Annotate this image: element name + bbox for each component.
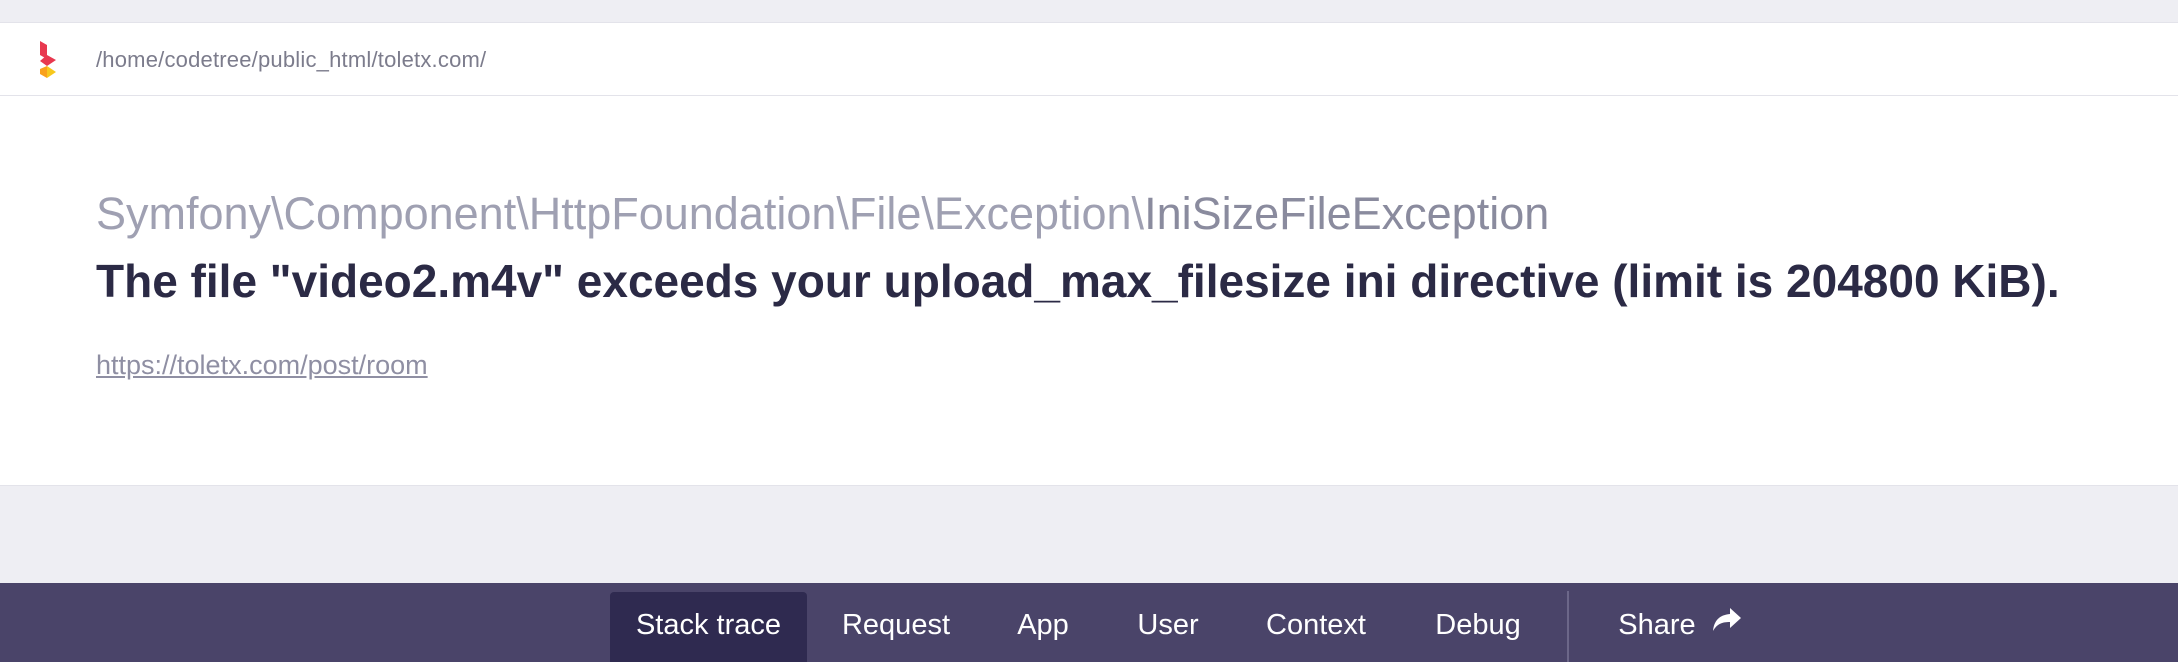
top-bar: /home/codetree/public_html/toletx.com/ <box>0 22 2178 96</box>
tab-user[interactable]: User <box>1124 583 1212 662</box>
tab-debug[interactable]: Debug <box>1424 583 1532 662</box>
project-path: /home/codetree/public_html/toletx.com/ <box>96 47 487 72</box>
tab-stack-trace[interactable]: Stack trace <box>610 592 807 662</box>
tab-divider <box>1567 591 1569 662</box>
exception-class-short: IniSizeFileException <box>1144 188 1550 239</box>
exception-message: The file "video2.m4v" exceeds your uploa… <box>96 255 2060 307</box>
ignition-logo-icon <box>40 41 56 78</box>
error-page: /home/codetree/public_html/toletx.com/ S… <box>0 0 2178 662</box>
exception-class: Symfony\Component\HttpFoundation\File\Ex… <box>96 188 1549 240</box>
request-url-link[interactable]: https://toletx.com/post/room <box>96 350 428 381</box>
share-button[interactable]: Share <box>1600 583 1760 662</box>
exception-panel: Symfony\Component\HttpFoundation\File\Ex… <box>0 96 2178 486</box>
share-arrow-icon <box>1712 608 1741 632</box>
exception-namespace: Symfony\Component\HttpFoundation\File\Ex… <box>96 188 1145 239</box>
tab-app[interactable]: App <box>1000 583 1086 662</box>
tab-bar: Stack trace Request App User Context Deb… <box>0 583 2178 662</box>
share-label: Share <box>1618 609 1696 641</box>
tab-request[interactable]: Request <box>827 583 965 662</box>
tab-context[interactable]: Context <box>1253 583 1379 662</box>
